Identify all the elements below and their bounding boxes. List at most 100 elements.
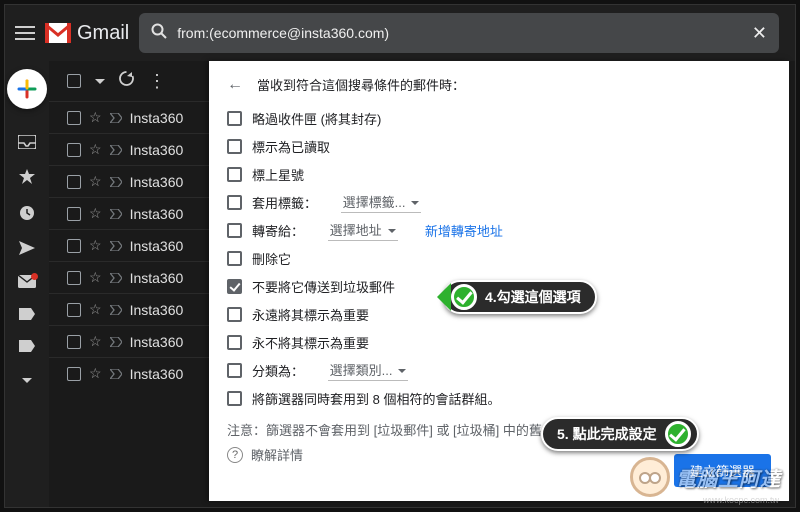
- sender-name: Insta360: [130, 174, 184, 190]
- mail-row[interactable]: ☆ Insta360: [49, 357, 209, 389]
- chk-star[interactable]: [227, 167, 242, 182]
- row-checkbox[interactable]: [67, 207, 81, 221]
- sender-name: Insta360: [130, 270, 184, 286]
- sender-name: Insta360: [130, 142, 184, 158]
- lbl-star: 標上星號: [252, 165, 304, 184]
- expand-icon[interactable]: [22, 372, 32, 390]
- star-icon[interactable]: ☆: [89, 141, 102, 158]
- label-icon-1[interactable]: [19, 308, 35, 320]
- lbl-mark-read: 標示為已讀取: [252, 137, 330, 156]
- chk-skip-inbox[interactable]: [227, 111, 242, 126]
- callout-4: 4.勾選這個選項: [443, 280, 597, 314]
- sender-name: Insta360: [130, 302, 184, 318]
- sender-name: Insta360: [130, 366, 184, 382]
- star-icon[interactable]: ☆: [89, 365, 102, 382]
- panel-title: 當收到符合這個搜尋條件的郵件時：: [257, 75, 465, 94]
- learn-more-link[interactable]: 瞭解詳情: [251, 445, 303, 464]
- lbl-never-important: 永不將其標示為重要: [252, 333, 369, 352]
- search-icon: [151, 23, 167, 44]
- importance-icon[interactable]: [110, 366, 122, 382]
- star-icon[interactable]: ☆: [89, 109, 102, 126]
- row-checkbox[interactable]: [67, 143, 81, 157]
- importance-icon[interactable]: [110, 206, 122, 222]
- lbl-forward: 轉寄給：: [252, 221, 304, 240]
- mail-row[interactable]: ☆ Insta360: [49, 133, 209, 165]
- select-dropdown-icon[interactable]: [95, 79, 105, 89]
- callout-5: 5. 點此完成設定: [541, 417, 699, 451]
- chk-forward[interactable]: [227, 223, 242, 238]
- mail-row[interactable]: ☆ Insta360: [49, 229, 209, 261]
- gmail-logo[interactable]: Gmail: [45, 22, 139, 45]
- lbl-apply-label: 套用標籤：: [252, 193, 317, 212]
- gmail-icon: [45, 23, 71, 43]
- chk-delete[interactable]: [227, 251, 242, 266]
- row-checkbox[interactable]: [67, 335, 81, 349]
- importance-icon[interactable]: [110, 334, 122, 350]
- row-checkbox[interactable]: [67, 271, 81, 285]
- lbl-categorize: 分類為：: [252, 361, 304, 380]
- star-icon[interactable]: ☆: [89, 269, 102, 286]
- importance-icon[interactable]: [110, 302, 122, 318]
- lbl-also-apply: 將篩選器同時套用到 8 個相符的會話群組。: [252, 389, 500, 408]
- chk-always-important[interactable]: [227, 307, 242, 322]
- row-checkbox[interactable]: [67, 239, 81, 253]
- importance-icon[interactable]: [110, 142, 122, 158]
- snoozed-icon[interactable]: [19, 205, 35, 221]
- lbl-always-important: 永遠將其標示為重要: [252, 305, 369, 324]
- create-filter-button[interactable]: 建立篩選器: [674, 454, 771, 487]
- importance-icon[interactable]: [110, 174, 122, 190]
- search-bar[interactable]: from:(ecommerce@insta360.com) ✕: [139, 13, 779, 53]
- chk-never-important[interactable]: [227, 335, 242, 350]
- row-checkbox[interactable]: [67, 367, 81, 381]
- mail-row[interactable]: ☆ Insta360: [49, 325, 209, 357]
- row-checkbox[interactable]: [67, 111, 81, 125]
- mail-row[interactable]: ☆ Insta360: [49, 261, 209, 293]
- label-select[interactable]: 選擇標籤...: [341, 192, 422, 213]
- sent-icon[interactable]: [19, 241, 35, 255]
- search-query: from:(ecommerce@insta360.com): [177, 25, 752, 41]
- menu-icon[interactable]: [5, 26, 45, 40]
- clear-search-icon[interactable]: ✕: [752, 23, 767, 44]
- callout-4-text: 4.勾選這個選項: [485, 287, 581, 307]
- refresh-icon[interactable]: [119, 71, 134, 91]
- chk-also-apply[interactable]: [227, 391, 242, 406]
- help-icon[interactable]: ?: [227, 447, 243, 463]
- chk-categorize[interactable]: [227, 363, 242, 378]
- select-all-checkbox[interactable]: [67, 74, 81, 88]
- star-icon[interactable]: ☆: [89, 237, 102, 254]
- mail-row[interactable]: ☆ Insta360: [49, 101, 209, 133]
- chk-mark-read[interactable]: [227, 139, 242, 154]
- check-badge-icon: [665, 421, 691, 447]
- label-icon-2[interactable]: [19, 340, 35, 352]
- category-select[interactable]: 選擇類別...: [328, 360, 409, 381]
- inbox-icon[interactable]: [18, 135, 36, 149]
- back-icon[interactable]: ←: [227, 76, 243, 94]
- sender-name: Insta360: [130, 334, 184, 350]
- row-checkbox[interactable]: [67, 175, 81, 189]
- star-icon[interactable]: ☆: [89, 333, 102, 350]
- row-checkbox[interactable]: [67, 303, 81, 317]
- importance-icon[interactable]: [110, 270, 122, 286]
- importance-icon[interactable]: [110, 238, 122, 254]
- star-icon[interactable]: ☆: [89, 173, 102, 190]
- forward-select[interactable]: 選擇地址: [328, 220, 398, 241]
- check-badge-icon: [451, 284, 477, 310]
- star-icon[interactable]: [19, 169, 35, 185]
- brand-text: Gmail: [77, 22, 129, 45]
- importance-icon[interactable]: [110, 110, 122, 126]
- mail-row[interactable]: ☆ Insta360: [49, 293, 209, 325]
- sender-name: Insta360: [130, 238, 184, 254]
- add-forward-link[interactable]: 新增轉寄地址: [425, 221, 503, 240]
- star-icon[interactable]: ☆: [89, 205, 102, 222]
- watermark-sub: www.kocpc.com.tw: [703, 495, 779, 505]
- compose-button[interactable]: [7, 69, 47, 109]
- star-icon[interactable]: ☆: [89, 301, 102, 318]
- mail-icon[interactable]: [18, 275, 36, 288]
- sender-name: Insta360: [130, 110, 184, 126]
- mail-row[interactable]: ☆ Insta360: [49, 165, 209, 197]
- lbl-never-spam: 不要將它傳送到垃圾郵件: [252, 277, 395, 296]
- list-toolbar: ⋮: [49, 61, 209, 101]
- chk-never-spam[interactable]: [227, 279, 242, 294]
- mail-row[interactable]: ☆Insta360: [49, 197, 209, 229]
- chk-apply-label[interactable]: [227, 195, 242, 210]
